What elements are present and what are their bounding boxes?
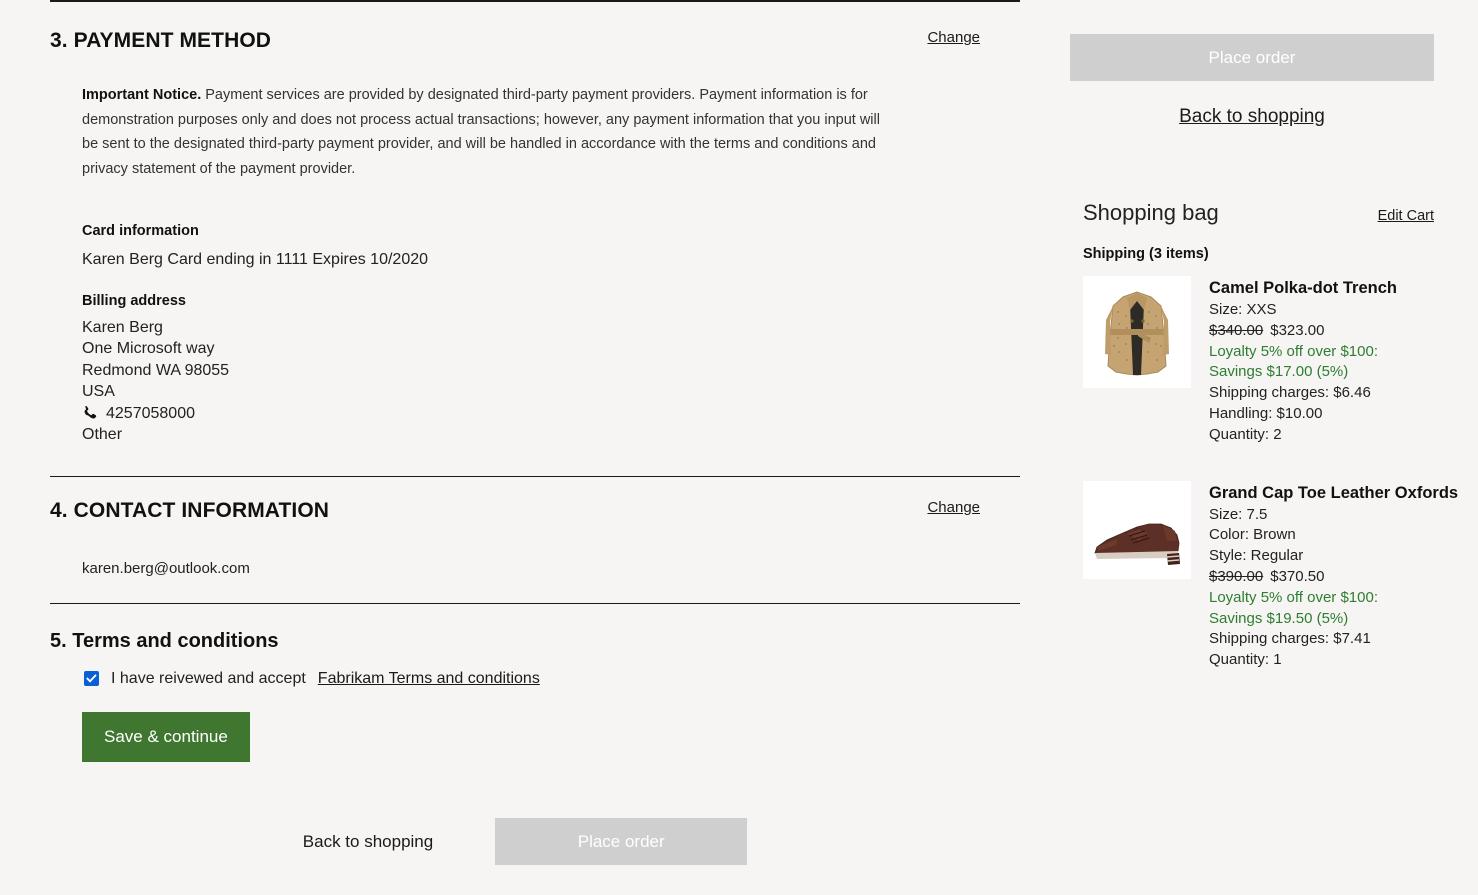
cart-item-current-price: $370.50 bbox=[1270, 568, 1324, 585]
cart-item: Camel Polka-dot Trench Size: XXS $340.00… bbox=[1083, 276, 1478, 446]
important-notice-label: Important Notice. bbox=[82, 87, 201, 103]
cart-item-size: Size: 7.5 bbox=[1209, 505, 1478, 526]
contact-information-title: 4. CONTACT INFORMATION bbox=[50, 499, 329, 523]
terms-divider bbox=[0, 603, 1050, 604]
shopping-bag-title: Shopping bag bbox=[1083, 200, 1219, 226]
cart-item-price-row: $390.00 $370.50 bbox=[1209, 567, 1478, 588]
billing-phone-number: 4257058000 bbox=[106, 403, 195, 425]
edit-cart-link[interactable]: Edit Cart bbox=[1378, 208, 1434, 224]
cart-item: Grand Cap Toe Leather Oxfords Size: 7.5 … bbox=[1083, 481, 1478, 671]
bottom-back-to-shopping-link[interactable]: Back to shopping bbox=[303, 832, 433, 852]
bottom-action-bar: Back to shopping Place order bbox=[0, 818, 1050, 865]
section-terms-and-conditions: 5. Terms and conditions I have reivewed … bbox=[0, 603, 1050, 762]
cart-item-style: Style: Regular bbox=[1209, 546, 1478, 567]
billing-address-label: Billing address bbox=[0, 293, 1050, 309]
terms-accept-text: I have reivewed and accept bbox=[111, 670, 306, 688]
save-and-continue-button[interactable]: Save & continue bbox=[82, 712, 250, 762]
checkout-main-column: 3. PAYMENT METHOD Change Important Notic… bbox=[0, 0, 1050, 895]
cart-item-original-price: $390.00 bbox=[1209, 568, 1263, 585]
cart-item-quantity: Quantity: 1 bbox=[1209, 650, 1478, 671]
billing-country: USA bbox=[82, 381, 1050, 403]
cart-item-current-price: $323.00 bbox=[1270, 322, 1324, 339]
contact-change-link[interactable]: Change bbox=[927, 499, 980, 516]
payment-method-title: 3. PAYMENT METHOD bbox=[50, 29, 271, 53]
cart-item-original-price: $340.00 bbox=[1209, 322, 1263, 339]
product-thumbnail[interactable] bbox=[1083, 276, 1191, 388]
billing-phone-row: 4257058000 bbox=[82, 403, 1050, 425]
summary-back-to-shopping-link[interactable]: Back to shopping bbox=[1179, 106, 1325, 127]
cart-item-name: Grand Cap Toe Leather Oxfords bbox=[1209, 481, 1478, 505]
cart-item-loyalty-line: Loyalty 5% off over $100: bbox=[1209, 588, 1478, 609]
billing-street: One Microsoft way bbox=[82, 338, 1050, 360]
cart-item-info: Grand Cap Toe Leather Oxfords Size: 7.5 … bbox=[1209, 481, 1478, 671]
card-information-value: Karen Berg Card ending in 1111 Expires 1… bbox=[0, 249, 1050, 271]
cart-item-savings-line: Savings $19.50 (5%) bbox=[1209, 609, 1478, 630]
terms-title: 5. Terms and conditions bbox=[50, 630, 279, 653]
terms-link[interactable]: Fabrikam Terms and conditions bbox=[318, 670, 540, 688]
cart-item-handling: Handling: $10.00 bbox=[1209, 404, 1478, 425]
phone-icon bbox=[82, 405, 98, 421]
cart-item-quantity: Quantity: 2 bbox=[1209, 425, 1478, 446]
billing-address-block: Billing address Karen Berg One Microsoft… bbox=[0, 293, 1050, 446]
section-contact-information: 4. CONTACT INFORMATION Change karen.berg… bbox=[0, 476, 1050, 577]
card-information-label: Card information bbox=[0, 223, 1050, 239]
bottom-place-order-button[interactable]: Place order bbox=[495, 818, 747, 865]
shopping-bag-header: Shopping bag Edit Cart bbox=[1083, 200, 1434, 226]
terms-checkbox[interactable] bbox=[84, 671, 99, 686]
cart-item-color: Color: Brown bbox=[1209, 525, 1478, 546]
order-summary-column: Place order Back to shopping Shopping ba… bbox=[1060, 0, 1478, 895]
billing-name: Karen Berg bbox=[82, 317, 1050, 339]
cart-item-attribute: Size: XXS bbox=[1209, 300, 1478, 321]
billing-address-lines: Karen Berg One Microsoft way Redmond WA … bbox=[0, 317, 1050, 446]
top-divider bbox=[0, 0, 1050, 2]
billing-city-state-zip: Redmond WA 98055 bbox=[82, 360, 1050, 382]
important-notice: Important Notice. Payment services are p… bbox=[0, 83, 960, 181]
important-notice-body: Payment services are provided by designa… bbox=[82, 87, 880, 177]
shipping-items-count: Shipping (3 items) bbox=[1083, 246, 1478, 262]
cart-item-price-row: $340.00 $323.00 bbox=[1209, 321, 1478, 342]
cart-item-loyalty-line: Loyalty 5% off over $100: bbox=[1209, 342, 1478, 363]
checkout-page: 3. PAYMENT METHOD Change Important Notic… bbox=[0, 0, 1478, 895]
summary-back-link-wrap: Back to shopping bbox=[1060, 106, 1444, 128]
section-payment-method: 3. PAYMENT METHOD Change Important Notic… bbox=[0, 29, 1050, 446]
summary-place-order-button[interactable]: Place order bbox=[1070, 34, 1434, 81]
cart-item-savings-line: Savings $17.00 (5%) bbox=[1209, 362, 1478, 383]
contact-divider bbox=[0, 476, 1050, 477]
contact-email: karen.berg@outlook.com bbox=[0, 560, 1050, 577]
cart-item-shipping-charges: Shipping charges: $7.41 bbox=[1209, 629, 1478, 650]
cart-item-info: Camel Polka-dot Trench Size: XXS $340.00… bbox=[1209, 276, 1478, 446]
billing-phone-type: Other bbox=[82, 424, 1050, 446]
payment-change-link[interactable]: Change bbox=[927, 29, 980, 46]
card-information-block: Card information Karen Berg Card ending … bbox=[0, 223, 1050, 271]
cart-item-name: Camel Polka-dot Trench bbox=[1209, 276, 1478, 300]
product-thumbnail[interactable] bbox=[1083, 481, 1191, 579]
cart-item-shipping-charges: Shipping charges: $6.46 bbox=[1209, 383, 1478, 404]
terms-accept-row[interactable]: I have reivewed and accept Fabrikam Term… bbox=[0, 670, 1050, 688]
